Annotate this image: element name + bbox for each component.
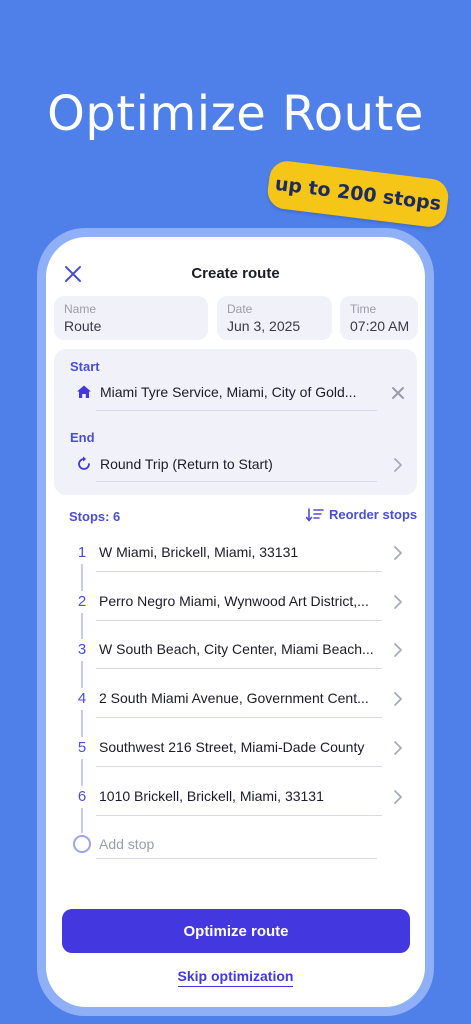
skip-optimization-container: Skip optimization <box>46 968 425 987</box>
stop-address: Perro Negro Miami, Wynwood Art District,… <box>99 593 369 609</box>
stop-row[interactable]: 6 1010 Brickell, Brickell, Miami, 33131 <box>46 786 425 835</box>
chevron-right-icon <box>394 458 402 472</box>
time-label: Time <box>350 302 377 316</box>
skip-optimization-link[interactable]: Skip optimization <box>177 968 294 987</box>
name-value: Route <box>64 318 102 334</box>
stop-row[interactable]: 3 W South Beach, City Center, Miami Beac… <box>46 639 425 688</box>
stop-underline <box>96 766 382 767</box>
sort-icon <box>306 507 324 521</box>
end-location-text: Round Trip (Return to Start) <box>100 456 273 472</box>
date-label: Date <box>227 302 253 316</box>
start-end-card: Start Miami Tyre Service, Miami, City of… <box>54 349 417 495</box>
end-label: End <box>70 430 95 445</box>
stop-address: 2 South Miami Avenue, Government Cent... <box>99 690 369 706</box>
end-location-row[interactable]: Round Trip (Return to Start) <box>54 450 417 482</box>
start-location-row[interactable]: Miami Tyre Service, Miami, City of Gold.… <box>54 379 417 411</box>
chevron-right-icon <box>394 692 402 706</box>
headline: Optimize Route <box>47 86 424 142</box>
stop-address: Southwest 216 Street, Miami-Dade County <box>99 739 365 755</box>
reorder-stops-button[interactable]: Reorder stops <box>306 507 417 522</box>
start-label: Start <box>70 359 100 374</box>
time-field[interactable]: Time 07:20 AM <box>340 296 418 340</box>
stop-number: 5 <box>72 737 92 759</box>
date-field[interactable]: Date Jun 3, 2025 <box>217 296 332 340</box>
stop-row[interactable]: 1 W Miami, Brickell, Miami, 33131 <box>46 542 425 591</box>
chevron-right-icon <box>394 790 402 804</box>
stop-row[interactable]: 2 Perro Negro Miami, Wynwood Art Distric… <box>46 591 425 640</box>
stop-number: 4 <box>72 688 92 710</box>
create-route-screen: Create route Name Route Date Jun 3, 2025… <box>46 237 425 1007</box>
date-value: Jun 3, 2025 <box>227 318 301 334</box>
stop-number: 6 <box>72 786 92 808</box>
stop-underline <box>96 620 382 621</box>
add-stop-underline <box>96 858 377 859</box>
clear-icon <box>392 387 404 399</box>
stop-underline <box>96 571 382 572</box>
name-label: Name <box>64 302 97 316</box>
stop-number: 3 <box>72 639 92 661</box>
chevron-right-icon <box>394 643 402 657</box>
chevron-right-icon <box>394 595 402 609</box>
stops-limit-badge: up to 200 stops <box>265 159 451 229</box>
phone-frame: Create route Name Route Date Jun 3, 2025… <box>37 228 434 1016</box>
stop-underline <box>96 815 382 816</box>
screen-title: Create route <box>191 265 280 282</box>
chevron-right-icon <box>394 546 402 560</box>
stop-row[interactable]: 5 Southwest 216 Street, Miami-Dade Count… <box>46 737 425 786</box>
stop-address: W Miami, Brickell, Miami, 33131 <box>99 544 299 560</box>
round-trip-icon <box>78 456 90 470</box>
end-underline <box>96 481 377 482</box>
stop-number: 2 <box>72 591 92 613</box>
stop-underline <box>96 668 382 669</box>
add-stop-marker <box>73 835 91 853</box>
stops-count: Stops: 6 <box>69 509 121 524</box>
start-underline <box>96 410 377 411</box>
add-stop-input[interactable]: Add stop <box>99 836 154 852</box>
stop-number: 1 <box>72 542 92 564</box>
stop-address: W South Beach, City Center, Miami Beach.… <box>99 641 374 657</box>
chevron-right-icon <box>394 741 402 755</box>
stop-underline <box>96 717 382 718</box>
stop-row[interactable]: 4 2 South Miami Avenue, Government Cent.… <box>46 688 425 737</box>
start-location-text: Miami Tyre Service, Miami, City of Gold.… <box>100 384 357 400</box>
clear-start-button[interactable] <box>390 385 406 401</box>
reorder-stops-label: Reorder stops <box>329 507 418 522</box>
time-value: 07:20 AM <box>350 318 410 334</box>
name-field[interactable]: Name Route <box>54 296 208 340</box>
stop-address: 1010 Brickell, Brickell, Miami, 33131 <box>99 788 324 804</box>
home-icon <box>77 385 91 398</box>
optimize-route-button[interactable]: Optimize route <box>62 909 410 953</box>
